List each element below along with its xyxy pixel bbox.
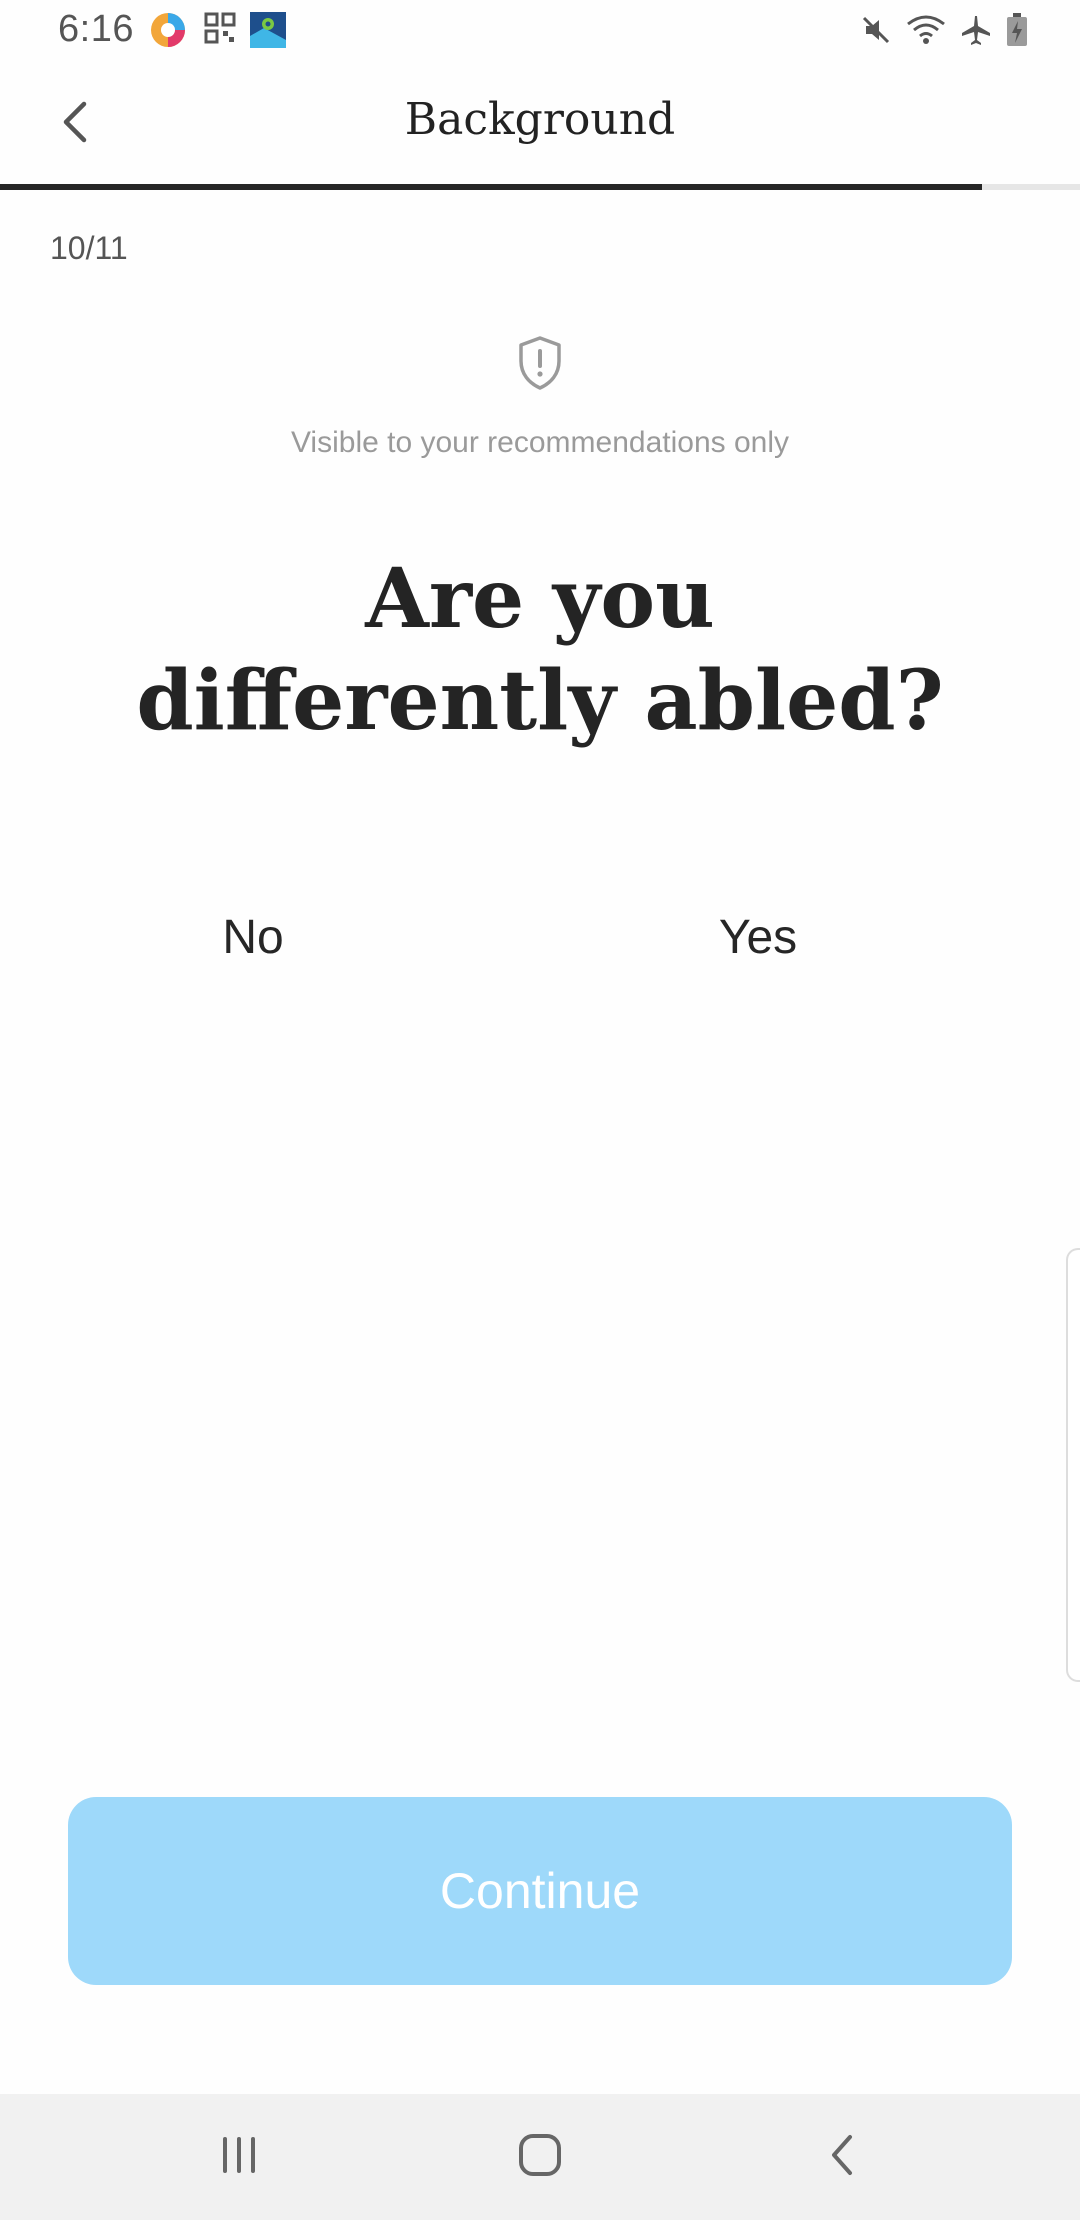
privacy-note: Visible to your recommendations only [290, 426, 790, 459]
maps-icon [250, 12, 286, 48]
battery-icon [1006, 12, 1028, 52]
back-nav-button[interactable] [802, 2122, 882, 2192]
continue-button[interactable]: Continue [68, 1797, 1012, 1985]
circle-app-icon [150, 12, 186, 48]
step-counter: 10/11 [50, 230, 128, 266]
page-title: Background [404, 94, 676, 145]
wifi-icon [906, 14, 946, 51]
question-heading: Are you differently abled? [136, 551, 944, 749]
status-bar: 6:16 [0, 0, 1080, 64]
recent-apps-icon [217, 2133, 261, 2182]
back-icon [822, 2131, 862, 2184]
system-nav-bar [0, 2094, 1080, 2220]
status-right-icons [860, 12, 1028, 52]
screen: 6:16 Background 10/11 Visible to your re… [0, 0, 1080, 2220]
home-button[interactable] [500, 2122, 580, 2192]
airplane-icon [960, 14, 992, 51]
home-icon [516, 2131, 564, 2184]
edge-panel-handle[interactable] [1066, 1248, 1080, 1682]
status-time: 6:16 [58, 8, 134, 50]
option-yes[interactable]: Yes [608, 898, 908, 978]
progress-fill [0, 184, 982, 190]
qr-icon [204, 12, 240, 48]
recent-apps-button[interactable] [199, 2122, 279, 2192]
mute-icon [860, 14, 892, 51]
option-no[interactable]: No [103, 898, 403, 978]
app-header: Background [0, 64, 1080, 186]
progress-bar [0, 184, 1080, 190]
shield-alert-icon [516, 335, 564, 391]
